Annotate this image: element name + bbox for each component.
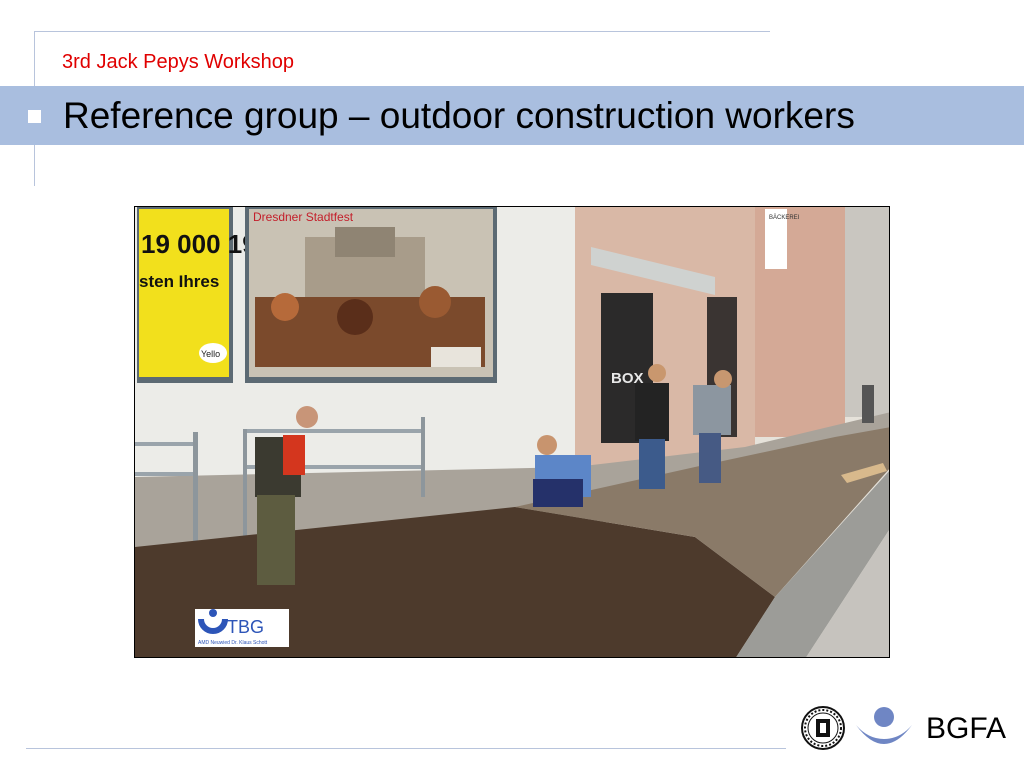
bullet-icon (28, 110, 41, 123)
seal-logo-icon (801, 706, 845, 750)
slide-title: Reference group – outdoor construction w… (63, 95, 855, 136)
bgfa-logo-icon (856, 707, 912, 744)
bottom-divider (26, 748, 786, 749)
construction-photo: 19 000 19 sten Ihres Yello Dresdner Stad… (134, 206, 890, 658)
billboard-number: 19 000 19 (141, 229, 257, 259)
bgfa-brand: BGFA (926, 712, 1007, 745)
tbg-logo-caption: AMD Neuwied Dr. Klaus Schott (198, 640, 268, 646)
tbg-logo-text: TBG (227, 617, 264, 637)
bakery-sign: BÄCKEREI (769, 214, 800, 221)
poster-text: Dresdner Stadtfest (253, 210, 354, 224)
top-divider (35, 31, 770, 32)
workshop-label: 3rd Jack Pepys Workshop (62, 51, 294, 73)
billboard-text: sten Ihres (139, 272, 219, 291)
billboard-brand: Yello (201, 349, 220, 359)
